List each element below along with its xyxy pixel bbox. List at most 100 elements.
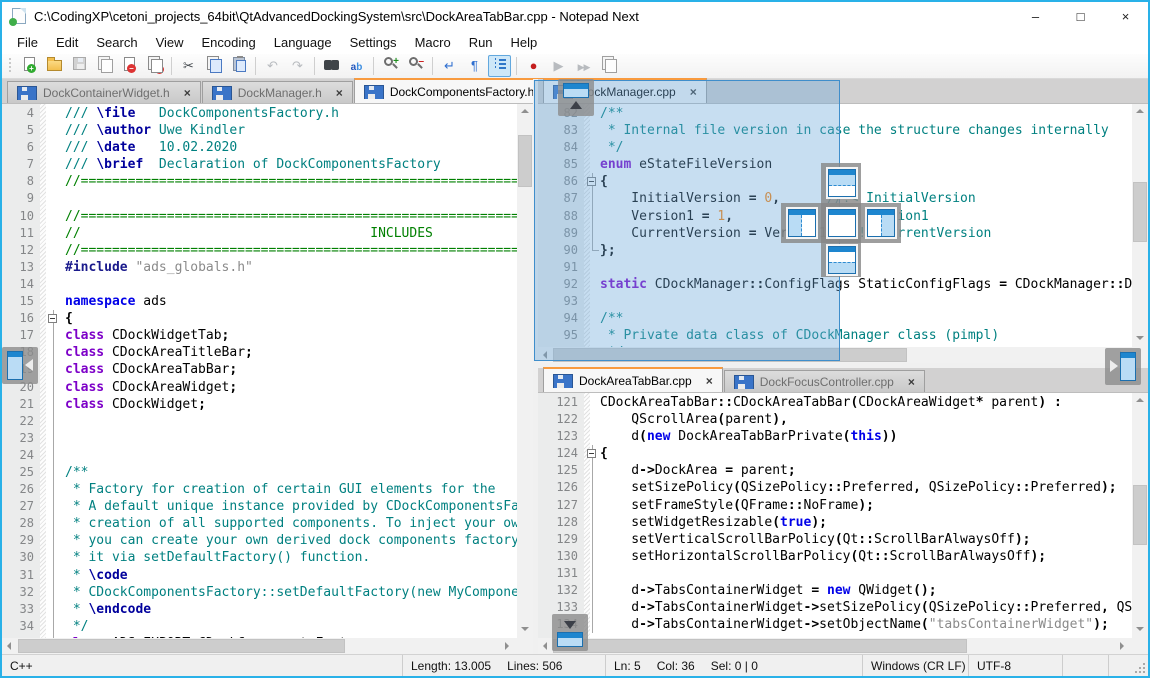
fold-margin[interactable] bbox=[40, 139, 65, 156]
redo-button[interactable]: ↷ bbox=[286, 55, 309, 77]
code-line[interactable]: 127 setFrameStyle(QFrame::NoFrame); bbox=[538, 497, 1132, 514]
fold-margin[interactable] bbox=[40, 413, 65, 430]
fold-margin[interactable] bbox=[584, 514, 600, 531]
find-button[interactable] bbox=[320, 55, 343, 77]
macro-record-button[interactable]: ● bbox=[522, 55, 545, 77]
horizontal-scrollbar[interactable] bbox=[538, 638, 1132, 654]
fold-collapse-icon[interactable] bbox=[48, 314, 57, 323]
dock-edge-bottom-indicator[interactable] bbox=[552, 614, 588, 651]
code-line[interactable]: 10//====================================… bbox=[2, 208, 517, 225]
code-line[interactable]: 30 * it via setDefaultFactory() function… bbox=[2, 549, 517, 566]
cut-button[interactable]: ✂ bbox=[177, 55, 200, 77]
fold-margin[interactable] bbox=[40, 259, 65, 276]
fold-margin[interactable] bbox=[584, 497, 600, 514]
close-tab-icon[interactable]: × bbox=[184, 87, 191, 99]
macro-play-button[interactable]: ▶ bbox=[547, 55, 570, 77]
save-all-button[interactable] bbox=[93, 55, 116, 77]
fold-margin[interactable] bbox=[584, 531, 600, 548]
fold-margin[interactable] bbox=[584, 565, 600, 582]
code-line[interactable]: 16{ bbox=[2, 310, 517, 327]
undo-button[interactable]: ↶ bbox=[261, 55, 284, 77]
code-line[interactable]: 4/// \file DockComponentsFactory.h bbox=[2, 105, 517, 122]
replace-button[interactable]: ab bbox=[345, 55, 368, 77]
fold-margin[interactable] bbox=[40, 618, 65, 635]
code-line[interactable]: 35class ADS_EXPORT CDockComponentsFactor… bbox=[2, 635, 517, 638]
fold-margin[interactable] bbox=[40, 276, 65, 293]
code-line[interactable]: 13#include "ads_globals.h" bbox=[2, 259, 517, 276]
tab-DockManager.h[interactable]: DockManager.h× bbox=[202, 81, 353, 103]
macro-run-multiple-button[interactable]: ▶▶ bbox=[572, 55, 595, 77]
code-line[interactable]: 19class CDockAreaTabBar; bbox=[2, 361, 517, 378]
fold-margin[interactable] bbox=[40, 430, 65, 447]
fold-margin[interactable] bbox=[584, 445, 600, 462]
code-line[interactable]: 126 setSizePolicy(QSizePolicy::Preferred… bbox=[538, 479, 1132, 496]
fold-margin[interactable] bbox=[40, 515, 65, 532]
toolbar-grip[interactable] bbox=[7, 58, 14, 74]
fold-margin[interactable] bbox=[40, 498, 65, 515]
scrollbar-thumb[interactable] bbox=[518, 135, 532, 187]
code-line[interactable]: 34 */ bbox=[2, 618, 517, 635]
code-line[interactable]: 6/// \date 10.02.2020 bbox=[2, 139, 517, 156]
code-line[interactable]: 133 d->TabsContainerWidget->setSizePolic… bbox=[538, 599, 1132, 616]
fold-margin[interactable] bbox=[40, 635, 65, 638]
code-line[interactable]: 121CDockAreaTabBar::CDockAreaTabBar(CDoc… bbox=[538, 394, 1132, 411]
code-line[interactable]: 125 d->DockArea = parent; bbox=[538, 462, 1132, 479]
menu-settings[interactable]: Settings bbox=[341, 32, 406, 53]
dock-edge-top-indicator[interactable] bbox=[558, 79, 594, 116]
dock-center-indicator[interactable] bbox=[827, 208, 857, 238]
maximize-button[interactable]: □ bbox=[1058, 2, 1103, 30]
fold-margin[interactable] bbox=[40, 293, 65, 310]
fold-margin[interactable] bbox=[584, 428, 600, 445]
close-tab-icon[interactable]: × bbox=[336, 87, 343, 99]
title-bar[interactable]: C:\CodingXP\cetoni_projects_64bit\QtAdva… bbox=[2, 2, 1148, 30]
code-line[interactable]: 17class CDockWidgetTab; bbox=[2, 327, 517, 344]
code-line[interactable]: 122 QScrollArea(parent), bbox=[538, 411, 1132, 428]
close-button[interactable]: × bbox=[1103, 2, 1148, 30]
fold-margin[interactable] bbox=[40, 361, 65, 378]
scroll-up-icon[interactable] bbox=[1132, 104, 1148, 120]
show-all-characters-button[interactable]: ¶ bbox=[463, 55, 486, 77]
code-line[interactable]: 129 setVerticalScrollBarPolicy(Qt::Scrol… bbox=[538, 531, 1132, 548]
fold-margin[interactable] bbox=[40, 190, 65, 207]
code-line[interactable]: 32 * CDockComponentsFactory::setDefaultF… bbox=[2, 584, 517, 601]
fold-margin[interactable] bbox=[40, 208, 65, 225]
scroll-up-icon[interactable] bbox=[517, 104, 533, 120]
fold-margin[interactable] bbox=[40, 156, 65, 173]
code-line[interactable]: 21class CDockWidget; bbox=[2, 396, 517, 413]
code-line[interactable]: 5/// \author Uwe Kindler bbox=[2, 122, 517, 139]
code-line[interactable]: 134 d->TabsContainerWidget->setObjectNam… bbox=[538, 616, 1132, 633]
code-editor[interactable]: 121CDockAreaTabBar::CDockAreaTabBar(CDoc… bbox=[538, 393, 1132, 638]
menu-encoding[interactable]: Encoding bbox=[193, 32, 265, 53]
vertical-scrollbar[interactable] bbox=[1132, 393, 1148, 638]
code-line[interactable]: 14 bbox=[2, 276, 517, 293]
code-line[interactable]: 12//====================================… bbox=[2, 242, 517, 259]
close-tab-icon[interactable]: × bbox=[908, 376, 915, 388]
menu-language[interactable]: Language bbox=[265, 32, 341, 53]
tab-DockFocusController.cpp[interactable]: DockFocusController.cpp× bbox=[724, 370, 925, 392]
close-button[interactable]: – bbox=[118, 55, 141, 77]
code-line[interactable]: 11// INCLUDES bbox=[2, 225, 517, 242]
scroll-down-icon[interactable] bbox=[1132, 331, 1148, 347]
menu-edit[interactable]: Edit bbox=[47, 32, 87, 53]
scroll-down-icon[interactable] bbox=[517, 622, 533, 638]
tab-DockAreaTabBar.cpp[interactable]: DockAreaTabBar.cpp× bbox=[543, 367, 723, 392]
tab-DockContainerWidget.h[interactable]: DockContainerWidget.h× bbox=[7, 81, 201, 103]
macro-save-button[interactable] bbox=[597, 55, 620, 77]
new-file-button[interactable]: + bbox=[18, 55, 41, 77]
code-editor[interactable]: 4/// \file DockComponentsFactory.h5/// \… bbox=[2, 104, 517, 638]
minimize-button[interactable]: – bbox=[1013, 2, 1058, 30]
fold-margin[interactable] bbox=[40, 379, 65, 396]
fold-collapse-icon[interactable] bbox=[587, 449, 596, 458]
scroll-down-icon[interactable] bbox=[1132, 622, 1148, 638]
fold-margin[interactable] bbox=[40, 584, 65, 601]
vertical-scrollbar[interactable] bbox=[517, 104, 533, 638]
fold-margin[interactable] bbox=[584, 548, 600, 565]
close-all-button[interactable]: – bbox=[143, 55, 166, 77]
fold-margin[interactable] bbox=[40, 344, 65, 361]
fold-margin[interactable] bbox=[40, 242, 65, 259]
code-line[interactable]: 24 bbox=[2, 447, 517, 464]
indentation-guides-button[interactable] bbox=[488, 55, 511, 77]
menu-file[interactable]: File bbox=[8, 32, 47, 53]
scroll-left-icon[interactable] bbox=[2, 638, 18, 654]
code-line[interactable]: 7/// \brief Declaration of DockComponent… bbox=[2, 156, 517, 173]
